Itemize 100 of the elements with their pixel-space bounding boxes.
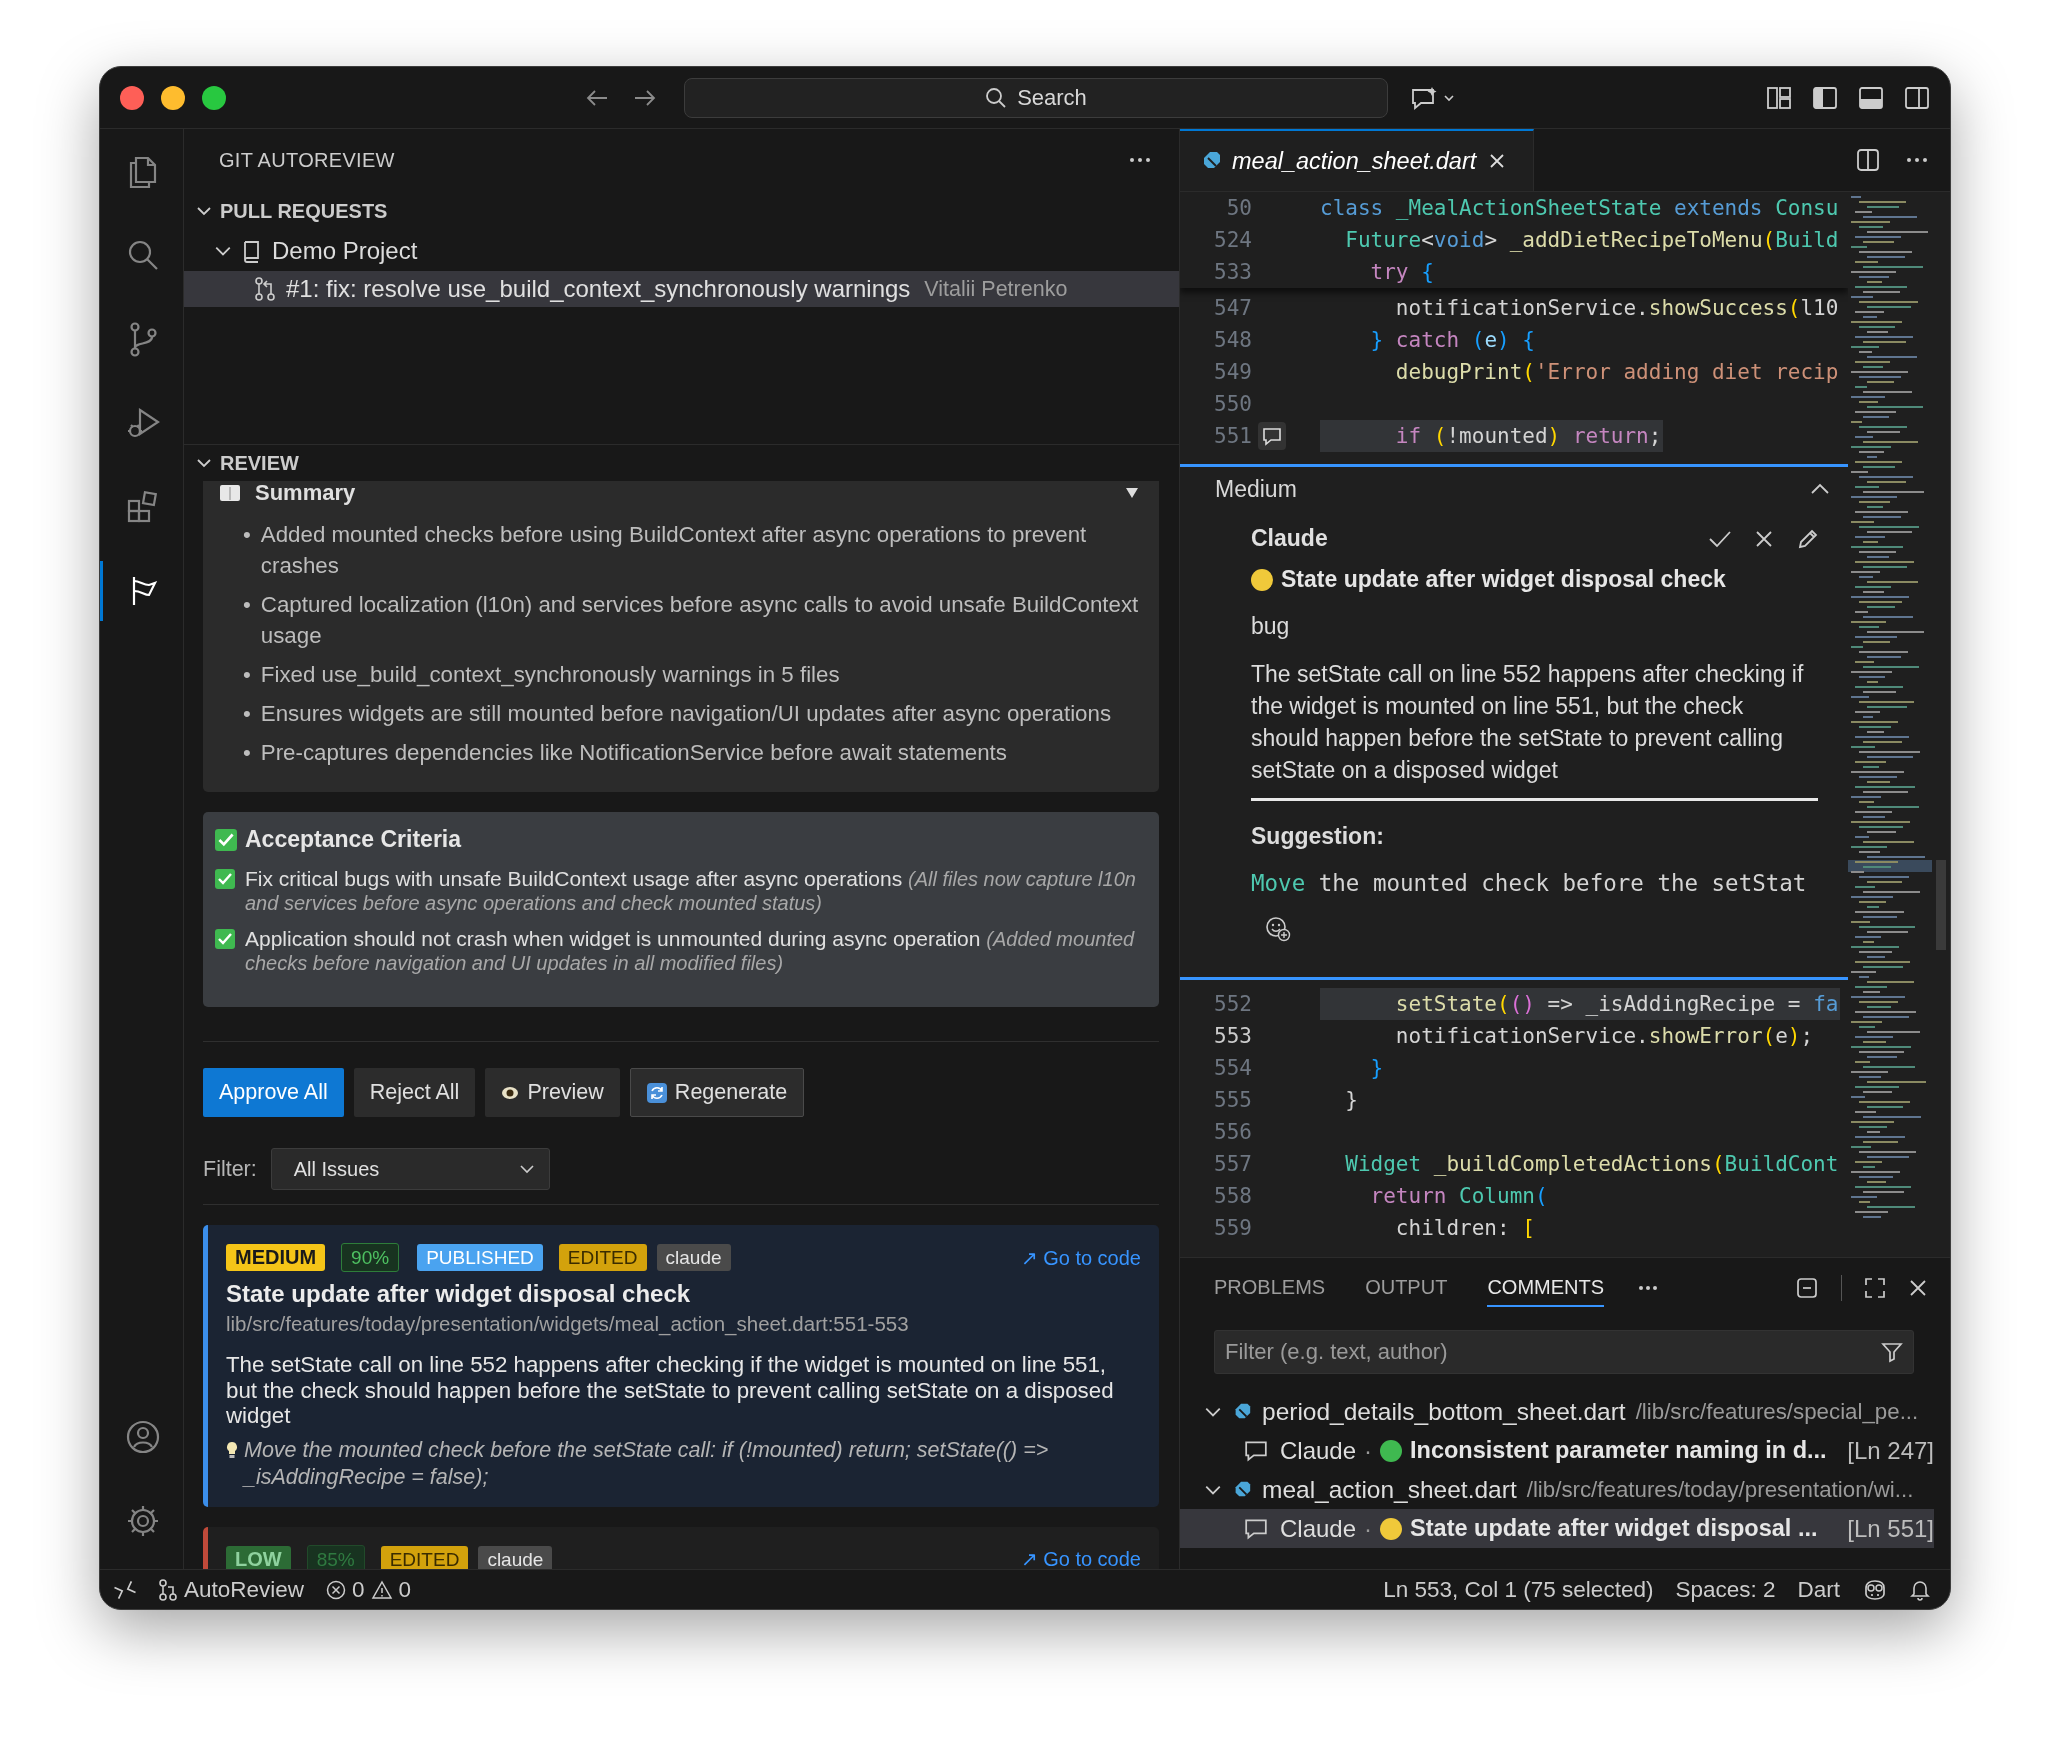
comment-label: bug	[1251, 613, 1291, 640]
error-icon	[326, 1579, 347, 1600]
file-tree-item[interactable]: period_details_bottom_sheet.dart /lib/src/features/special_pe...	[1180, 1392, 1934, 1431]
line-number: 556	[1213, 1120, 1252, 1144]
line-number: 557	[1213, 1152, 1252, 1176]
line-number: 549	[1213, 360, 1252, 384]
primary-sidebar-icon[interactable]	[1812, 85, 1838, 110]
book-icon	[219, 484, 241, 502]
preview-button[interactable]: Preview	[485, 1068, 620, 1117]
line-number: 50	[1225, 196, 1252, 220]
maximize-icon[interactable]	[1864, 1277, 1886, 1299]
go-to-code-link[interactable]: ↗ Go to code	[1020, 1547, 1141, 1569]
status-badge: PUBLISHED	[417, 1244, 543, 1271]
code-line: try {	[1369, 259, 1435, 286]
code-line: }	[1344, 1087, 1359, 1114]
comment-tree-item[interactable]: Claude · State update after widget disposal ... [Ln 551]	[1180, 1509, 1934, 1548]
comment-text: The setState call on line 552 happens after checking if the widget is mounted on line 551, but the check should happen before the setState to prevent calling setState on a disposed widget	[1251, 660, 1805, 785]
issue-description: The setState call on line 552 happens after checking if the widget is mounted on line 551, but the check should happen before the setState to prevent calling setState on a disposed widget	[226, 1352, 1115, 1429]
split-editor-icon[interactable]	[1856, 148, 1880, 172]
edited-badge: EDITED	[558, 1244, 647, 1271]
bullet: •	[243, 591, 251, 619]
model-badge: claude	[656, 1244, 731, 1271]
more-icon[interactable]	[1906, 157, 1928, 163]
suggestion-label: Suggestion:	[1251, 823, 1385, 850]
problems-status[interactable]: 0 0	[326, 1576, 412, 1603]
criterion-text: Fix critical bugs with unsafe BuildContext usage after async operations (All files now capture l10n and services before async operations and check mounted status)	[245, 867, 1137, 915]
close-icon[interactable]	[1908, 1278, 1928, 1298]
refresh-icon	[646, 1082, 667, 1103]
minimize-window-button[interactable]	[161, 85, 185, 110]
search-field[interactable]: Search	[684, 77, 1388, 118]
panel-icon[interactable]	[1858, 85, 1884, 110]
tree-item[interactable]: Demo Project	[184, 231, 1179, 271]
back-arrow-icon[interactable]	[586, 88, 608, 107]
pull-request-item[interactable]: #1: fix: resolve use_build_context_synchronously warnings Vitalii Petrenko	[184, 271, 1179, 307]
edited-badge: EDITED	[380, 1545, 469, 1569]
zoom-window-button[interactable]	[202, 85, 226, 110]
filter-field[interactable]: Filter (e.g. text, author)	[1214, 1330, 1914, 1374]
scrollbar-thumb[interactable]	[1936, 860, 1946, 950]
branch-icon	[158, 1578, 178, 1601]
close-icon[interactable]	[1754, 528, 1774, 549]
eye-icon	[501, 1085, 520, 1100]
code-line: class _MealActionSheetState extends Consu	[1320, 195, 1840, 222]
bell-icon[interactable]	[1910, 1578, 1930, 1601]
regenerate-button[interactable]: Regenerate	[629, 1068, 805, 1117]
approve-button[interactable]: Approve All	[203, 1068, 344, 1117]
more-icon[interactable]	[1129, 157, 1151, 163]
go-to-code-link[interactable]: ↗ Go to code	[1020, 1245, 1141, 1270]
chevron-icon	[518, 1164, 535, 1174]
panel-tab[interactable]: PROBLEMS	[1214, 1269, 1326, 1307]
indentation-status[interactable]: Spaces: 2	[1675, 1576, 1776, 1603]
warning-icon	[370, 1579, 393, 1600]
code-line: notificationService.showSuccess(l10	[1394, 295, 1840, 322]
close-icon[interactable]	[1488, 152, 1507, 170]
confidence-badge: 85%	[306, 1544, 365, 1569]
issue-title: State update after widget disposal check	[226, 1280, 692, 1308]
cursor-position[interactable]: Ln 553, Col 1 (75 selected)	[1383, 1576, 1654, 1603]
layout-icon[interactable]	[1766, 85, 1792, 110]
confidence-badge: 90%	[341, 1243, 400, 1272]
bullet: •	[243, 521, 251, 549]
collapse-all-icon[interactable]	[1795, 1276, 1819, 1300]
panel-tab[interactable]: COMMENTS	[1487, 1269, 1605, 1307]
filter-icon[interactable]	[1881, 1341, 1903, 1363]
editor-tab[interactable]: meal_action_sheet.dart	[1180, 129, 1534, 191]
line-number: 553	[1213, 1024, 1252, 1048]
comment-tree-item[interactable]: Claude · Inconsistent parameter naming in d... [Ln 247]	[1180, 1431, 1934, 1470]
comment-icon	[1244, 1438, 1268, 1463]
add-reaction-icon[interactable]	[1265, 916, 1291, 942]
code-line: debugPrint('Error adding diet recip	[1394, 359, 1840, 386]
search-icon	[985, 86, 1008, 109]
severity-badge: MEDIUM	[226, 1244, 326, 1271]
filter-dropdown[interactable]: All Issues	[270, 1148, 550, 1190]
filter-input[interactable]: Filter (e.g. text, author)	[1215, 1338, 1881, 1366]
line-number: 524	[1213, 228, 1252, 252]
secondary-sidebar-icon[interactable]	[1904, 85, 1930, 110]
pull-request-icon	[254, 276, 276, 302]
comment-author: Claude	[1251, 525, 1328, 552]
list-item: Fixed use_build_context_synchronously warnings in 5 files	[260, 661, 840, 689]
branch-status[interactable]: AutoReview	[158, 1576, 305, 1603]
file-path: lib/src/features/today/presentation/widgets/meal_action_sheet.dart:551-553	[226, 1312, 910, 1336]
caret-icon[interactable]	[1125, 487, 1139, 499]
lightbulb-icon	[226, 1440, 238, 1459]
remote-icon[interactable]	[114, 1579, 136, 1600]
card-title: Summary	[255, 481, 356, 506]
comment-icon[interactable]	[1258, 422, 1286, 450]
chat-sparkle-icon[interactable]	[1410, 85, 1456, 110]
copilot-icon[interactable]	[1862, 1578, 1888, 1601]
line-number: 554	[1213, 1056, 1252, 1080]
forward-arrow-icon[interactable]	[634, 88, 656, 107]
list-item: Added mounted checks before using BuildContext after async operations to prevent crashes	[260, 521, 1088, 580]
comment-heading: State update after widget disposal check	[1281, 566, 1726, 593]
section-header[interactable]: PULL REQUESTS	[184, 191, 1179, 231]
file-tree-item[interactable]: meal_action_sheet.dart /lib/src/features/today/presentation/wi...	[1180, 1470, 1934, 1509]
chevron-icon[interactable]	[1810, 483, 1830, 495]
list-item: Ensures widgets are still mounted before navigation/UI updates after async operations	[260, 700, 1112, 728]
panel-tab[interactable]: OUTPUT	[1365, 1269, 1448, 1307]
filter-label: Filter:	[203, 1156, 257, 1182]
reject-button[interactable]: Reject All	[353, 1068, 476, 1117]
language-mode[interactable]: Dart	[1797, 1576, 1840, 1603]
more-icon[interactable]	[1638, 1285, 1659, 1291]
close-window-button[interactable]	[120, 85, 144, 110]
